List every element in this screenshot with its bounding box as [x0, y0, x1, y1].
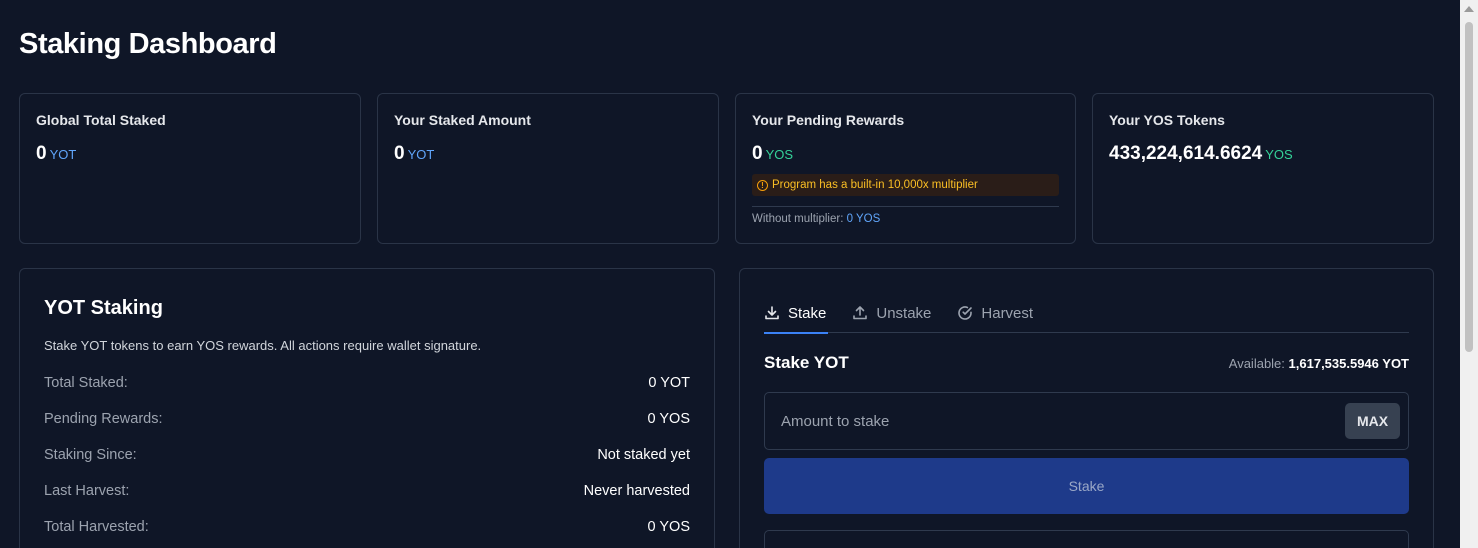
- info-row-staking-since: Staking Since: Not staked yet: [44, 447, 690, 463]
- stat-card-global-staked: Global Total Staked 0 YOT: [19, 93, 361, 244]
- staking-info-panel: YOT Staking Stake YOT tokens to earn YOS…: [19, 268, 715, 548]
- scroll-up-arrow[interactable]: [1464, 6, 1474, 12]
- unit-label: YOS: [1265, 147, 1293, 162]
- info-row-pending-rewards: Pending Rewards: 0 YOS: [44, 411, 690, 427]
- info-row-total-harvested: Total Harvested: 0 YOS: [44, 519, 690, 535]
- scrollbar[interactable]: [1460, 0, 1478, 548]
- max-button[interactable]: MAX: [1345, 403, 1400, 439]
- stake-button[interactable]: Stake: [764, 458, 1409, 514]
- action-tabs: Stake Unstake Harvest: [764, 293, 1409, 334]
- info-row-total-staked: Total Staked: 0 YOT: [44, 375, 690, 391]
- available-balance: Available: 1,617,535.5946 YOT: [1228, 355, 1409, 371]
- stat-value: 0 YOT: [394, 143, 435, 164]
- stat-card-your-staked: Your Staked Amount 0 YOT: [377, 93, 719, 244]
- stat-card-pending-rewards: Your Pending Rewards 0 YOS ! Program has …: [735, 93, 1076, 244]
- warning-text: Program has a built-in 10,000x multiplie…: [772, 179, 978, 191]
- staking-dashboard: Staking Dashboard Global Total Staked 0Y…: [0, 0, 1478, 548]
- multiplier-warning: ! Program has a built-in 10,000x multipl…: [752, 174, 1059, 196]
- staking-actions-panel: Stake Unstake Harvest Stake YOT Availabl…: [739, 268, 1434, 548]
- details-box: [764, 530, 1409, 548]
- unit-label: YOT: [49, 147, 77, 162]
- page-title: Staking Dashboard: [19, 28, 277, 60]
- staking-info-list: Total Staked: 0 YOT Pending Rewards: 0 YOS…: [44, 365, 690, 545]
- panel-description: Stake YOT tokens to earn YOS rewards. Al…: [44, 338, 482, 353]
- tab-stake[interactable]: Stake: [764, 293, 829, 334]
- info-row-last-harvest: Last Harvest: Never harvested: [44, 483, 690, 499]
- stat-card-yos-tokens: Your YOS Tokens 433,224,614.6624 YOS: [1092, 93, 1434, 244]
- stat-label: Your YOS Tokens: [1109, 112, 1225, 128]
- download-icon: [765, 306, 779, 320]
- stat-label: Your Pending Rewards: [752, 112, 905, 128]
- upload-icon: [853, 306, 868, 320]
- stat-value: 433,224,614.6624 YOS: [1109, 143, 1293, 164]
- divider: [752, 206, 1059, 207]
- stat-value: 0 YOT: [36, 143, 77, 164]
- tab-unstake[interactable]: Unstake: [852, 293, 933, 333]
- stat-label: Global Total Staked: [36, 112, 166, 128]
- unit-label: YOT: [407, 147, 435, 162]
- stat-label: Your Staked Amount: [394, 112, 531, 128]
- stake-title: Stake YOT: [764, 353, 849, 372]
- stat-value: 0 YOS: [752, 143, 794, 164]
- amount-field: MAX: [764, 392, 1409, 450]
- unit-label: YOS: [765, 147, 794, 162]
- without-multiplier-note: Without multiplier: 0 YOS: [752, 213, 881, 225]
- scroll-thumb[interactable]: [1465, 22, 1473, 352]
- info-icon: !: [757, 179, 768, 191]
- stake-header: Stake YOT Available: 1,617,535.5946 YOT: [764, 353, 1409, 373]
- panel-title: YOT Staking: [44, 297, 163, 319]
- check-circle-icon: [958, 306, 973, 320]
- amount-input[interactable]: [781, 412, 1301, 430]
- tab-harvest[interactable]: Harvest: [957, 293, 1035, 333]
